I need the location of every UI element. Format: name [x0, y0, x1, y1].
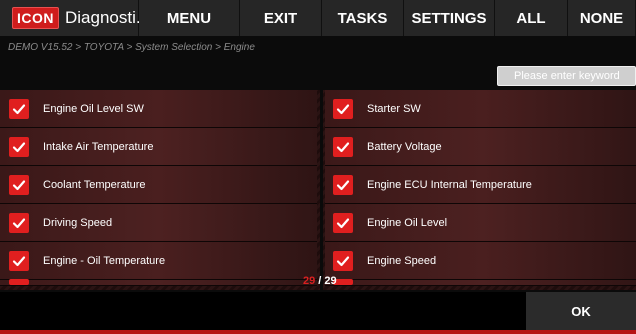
menu-button[interactable]: MENU	[139, 0, 240, 36]
breadcrumb: DEMO V15.52 > TOYOTA > System Selection …	[8, 42, 255, 53]
page-total: 29	[324, 275, 337, 287]
list-item[interactable]: Intake Air Temperature	[0, 128, 317, 166]
checkbox-checked-icon[interactable]	[9, 136, 29, 157]
top-toolbar: ICON Diagnosti... MENU EXIT TASKS SETTINGS A…	[0, 0, 636, 36]
checkbox-checked-icon[interactable]	[333, 136, 353, 157]
tasks-button[interactable]: TASKS	[322, 0, 404, 36]
item-list[interactable]: Engine Oil Level SW Intake Air Temperatur…	[0, 90, 636, 290]
bottom-accent-line	[0, 330, 636, 334]
list-item[interactable]: Engine ECU Internal Temperature	[325, 166, 636, 204]
list-item-label: Coolant Temperature	[43, 178, 146, 191]
ok-button[interactable]: OK	[526, 292, 636, 330]
menu-bar: MENU EXIT TASKS SETTINGS ALL NONE	[139, 0, 636, 36]
page-indicator: 29 / 29	[303, 275, 337, 287]
checkbox-checked-icon[interactable]	[333, 174, 353, 195]
search-box[interactable]	[497, 66, 636, 86]
list-item-label: Engine Oil Level	[367, 216, 448, 229]
list-item-label: Engine Oil Level SW	[43, 102, 144, 115]
search-input[interactable]	[498, 70, 635, 82]
list-item[interactable]: Engine Oil Level	[325, 204, 636, 242]
list-item-label: Battery Voltage	[367, 140, 442, 153]
list-item-partial[interactable]	[0, 279, 317, 286]
checkbox-checked-icon[interactable]	[9, 250, 29, 271]
checkbox-checked-icon[interactable]	[333, 250, 353, 271]
list-item[interactable]: Engine Oil Level SW	[0, 90, 317, 128]
list-item[interactable]: Battery Voltage	[325, 128, 636, 166]
column-divider	[320, 90, 323, 290]
page-current: 29	[303, 275, 316, 287]
list-item-label: Engine ECU Internal Temperature	[367, 178, 532, 191]
list-item[interactable]: Coolant Temperature	[0, 166, 317, 204]
checkbox-checked-icon[interactable]	[9, 174, 29, 195]
checkbox-checked-icon[interactable]	[9, 212, 29, 233]
checkbox-checked-icon[interactable]	[9, 279, 29, 285]
checkbox-checked-icon[interactable]	[333, 212, 353, 233]
list-item-label: Starter SW	[367, 102, 421, 115]
right-column: Starter SW Battery Voltage Engine ECU Inte…	[325, 90, 636, 290]
app-title: Diagnosti...	[65, 8, 151, 27]
list-item-label: Engine - Oil Temperature	[43, 254, 166, 267]
list-item-partial[interactable]	[325, 279, 636, 286]
list-item-label: Intake Air Temperature	[43, 140, 154, 153]
list-item[interactable]: Starter SW	[325, 90, 636, 128]
exit-button[interactable]: EXIT	[240, 0, 322, 36]
select-all-button[interactable]: ALL	[495, 0, 568, 36]
left-column: Engine Oil Level SW Intake Air Temperatur…	[0, 90, 317, 290]
checkbox-checked-icon[interactable]	[333, 98, 353, 119]
select-none-button[interactable]: NONE	[568, 0, 636, 36]
list-item[interactable]: Engine Speed	[325, 242, 636, 280]
list-item[interactable]: Engine - Oil Temperature	[0, 242, 317, 280]
list-item-label: Engine Speed	[367, 254, 437, 267]
list-item[interactable]: Driving Speed	[0, 204, 317, 242]
bottom-bar: OK	[0, 292, 636, 330]
settings-button[interactable]: SETTINGS	[404, 0, 495, 36]
app-brand: ICON Diagnosti...	[0, 0, 150, 36]
checkbox-checked-icon[interactable]	[9, 98, 29, 119]
icon-logo: ICON	[12, 7, 59, 29]
list-item-label: Driving Speed	[43, 216, 113, 229]
